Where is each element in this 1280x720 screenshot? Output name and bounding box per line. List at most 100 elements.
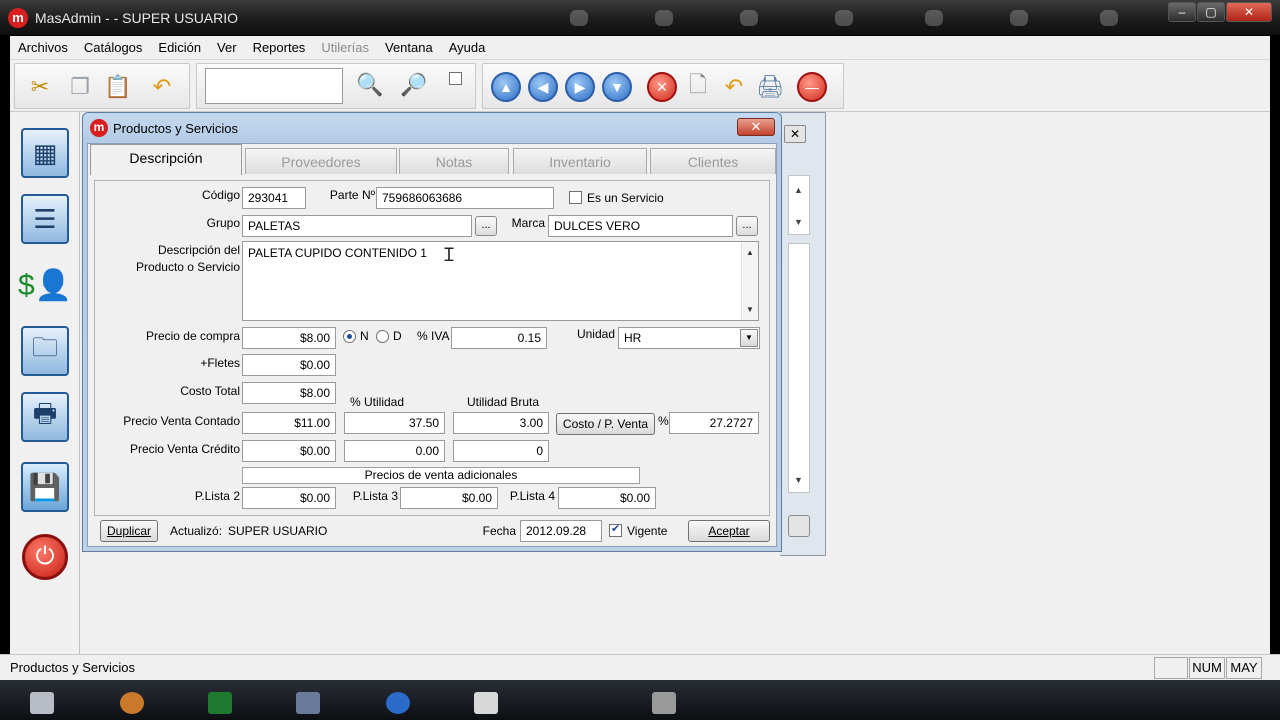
copy-icon[interactable]: ❐ xyxy=(63,70,97,104)
marca-browse-button[interactable]: ... xyxy=(736,216,758,236)
menu-ver[interactable]: Ver xyxy=(209,40,245,55)
task-app-icon[interactable] xyxy=(120,692,144,714)
marca-field[interactable]: DULCES VERO xyxy=(548,215,733,237)
grupo-field[interactable]: PALETAS xyxy=(242,215,472,237)
task-app-icon[interactable] xyxy=(474,692,498,714)
task-app-icon[interactable] xyxy=(208,692,232,714)
fletes-field[interactable]: $0.00 xyxy=(242,354,336,376)
background-window-close-icon[interactable]: ✕ xyxy=(784,125,806,143)
app-logo-icon: m xyxy=(8,8,28,28)
delete-icon[interactable]: ✕ xyxy=(647,72,677,102)
scroll-up-icon[interactable]: ▲ xyxy=(794,185,803,195)
undo-record-icon[interactable]: ↶ xyxy=(717,70,751,104)
parte-field[interactable]: 759686063686 xyxy=(376,187,554,209)
codigo-field[interactable]: 293041 xyxy=(242,187,306,209)
cut-icon[interactable]: ✂ xyxy=(23,70,57,104)
utilidad-pct-contado-field[interactable]: 37.50 xyxy=(344,412,445,434)
menu-utilerias: Utilerías xyxy=(321,40,369,55)
print-preview-icon[interactable]: 🖨 xyxy=(753,70,787,104)
grupo-browse-button[interactable]: ... xyxy=(475,216,497,236)
background-scrollbar[interactable] xyxy=(788,243,810,493)
last-icon[interactable]: ▼ xyxy=(602,72,632,102)
next-icon[interactable]: ▶ xyxy=(565,72,595,102)
tab-clientes[interactable]: Clientes xyxy=(650,148,776,174)
task-app-icon[interactable] xyxy=(30,692,54,714)
dialog-close-button[interactable]: ✕ xyxy=(737,118,775,136)
radio-n[interactable] xyxy=(343,330,356,343)
menu-archivos[interactable]: Archivos xyxy=(10,40,76,55)
toolbar-search-input[interactable] xyxy=(205,68,343,104)
plista2-field[interactable]: $0.00 xyxy=(242,487,336,509)
vigente-checkbox[interactable]: ✔ xyxy=(609,523,622,537)
tab-inventario[interactable]: Inventario xyxy=(513,148,647,174)
marca-label: Marca xyxy=(511,216,545,230)
menu-ventana[interactable]: Ventana xyxy=(377,40,441,55)
customer-card-icon[interactable]: ☰ xyxy=(18,192,72,246)
scroll-down-icon[interactable]: ▼ xyxy=(794,217,803,227)
radio-d[interactable] xyxy=(376,330,389,343)
status-text: Productos y Servicios xyxy=(10,660,135,675)
num-indicator: NUM xyxy=(1189,657,1225,679)
prev-icon[interactable]: ◀ xyxy=(528,72,558,102)
power-icon[interactable]: ⏻ xyxy=(18,530,72,584)
undo-icon[interactable]: ↶ xyxy=(145,70,179,104)
costo-total-field[interactable]: $8.00 xyxy=(242,382,336,404)
chevron-down-icon[interactable]: ▼ xyxy=(740,329,758,347)
descripcion-scrollbar[interactable]: ▲ ▼ xyxy=(741,242,758,320)
first-icon[interactable]: ▲ xyxy=(491,72,521,102)
status-bar: Productos y Servicios NUM MAY xyxy=(0,654,1280,680)
minimize-button[interactable]: – xyxy=(1168,2,1196,22)
menu-edicion[interactable]: Edición xyxy=(150,40,209,55)
aceptar-button[interactable]: Aceptar xyxy=(688,520,770,542)
new-icon[interactable]: 🗋 xyxy=(681,70,715,104)
unidad-select[interactable]: HR ▼ xyxy=(618,327,760,349)
duplicar-button[interactable]: Duplicar xyxy=(100,520,158,542)
scroll-down-icon[interactable]: ▼ xyxy=(746,305,754,314)
maximize-button[interactable]: ▢ xyxy=(1197,2,1225,22)
tab-proveedores[interactable]: Proveedores xyxy=(245,148,397,174)
tab-descripcion[interactable]: Descripción xyxy=(90,144,242,175)
costo-pventa-button[interactable]: Costo / P. Venta xyxy=(556,413,655,435)
radio-d-label: D xyxy=(393,329,402,343)
precios-adicionales-header: Precios de venta adicionales xyxy=(242,467,640,484)
precio-contado-field[interactable]: $11.00 xyxy=(242,412,336,434)
descripcion-text: PALETA CUPIDO CONTENIDO 1 xyxy=(248,246,427,260)
task-app-icon[interactable] xyxy=(386,692,410,714)
scroll-up-icon[interactable]: ▲ xyxy=(746,248,754,257)
productos-dialog: m Productos y Servicios ✕ Descripción Pr… xyxy=(82,112,782,552)
menu-catalogos[interactable]: Catálogos xyxy=(76,40,151,55)
printer-folder-icon[interactable]: 🗀 xyxy=(18,324,72,378)
search-icon[interactable]: 🔍 xyxy=(353,68,387,102)
tab-strip: Descripción Proveedores Notas Inventario… xyxy=(88,144,776,175)
paste-icon[interactable]: 📋 xyxy=(101,70,135,104)
background-button[interactable] xyxy=(788,515,810,537)
stop-icon[interactable]: — xyxy=(797,72,827,102)
task-app-icon[interactable] xyxy=(296,692,320,714)
es-servicio-checkbox[interactable] xyxy=(569,191,582,204)
close-button[interactable]: ✕ xyxy=(1226,2,1272,22)
scroll-down-icon[interactable]: ▼ xyxy=(794,475,803,485)
search-web-icon[interactable]: 🔎 xyxy=(397,68,431,102)
calculator-icon[interactable]: ▦ xyxy=(18,126,72,180)
vigente-label: Vigente xyxy=(627,524,668,538)
toolbar-checkbox[interactable] xyxy=(449,72,462,85)
descripcion-label-1: Descripción del xyxy=(157,243,240,257)
iva-field[interactable]: 0.15 xyxy=(451,327,547,349)
precio-credito-field[interactable]: $0.00 xyxy=(242,440,336,462)
save-disk-icon[interactable]: 💾 xyxy=(18,460,72,514)
descripcion-textarea[interactable]: PALETA CUPIDO CONTENIDO 1 ▲ ▼ xyxy=(242,241,759,321)
plista3-field[interactable]: $0.00 xyxy=(400,487,498,509)
fecha-field[interactable]: 2012.09.28 xyxy=(520,520,602,542)
precio-compra-field[interactable]: $8.00 xyxy=(242,327,336,349)
money-user-icon[interactable]: $👤 xyxy=(18,258,72,312)
utilidad-pct-credito-field[interactable]: 0.00 xyxy=(344,440,445,462)
utilidad-bruta-contado-field[interactable]: 3.00 xyxy=(453,412,549,434)
costo-pventa-pct-field[interactable]: 27.2727 xyxy=(669,412,759,434)
utilidad-bruta-credito-field[interactable]: 0 xyxy=(453,440,549,462)
menu-reportes[interactable]: Reportes xyxy=(245,40,314,55)
plista4-field[interactable]: $0.00 xyxy=(558,487,656,509)
task-app-icon[interactable] xyxy=(652,692,676,714)
tab-notas[interactable]: Notas xyxy=(399,148,509,174)
menu-ayuda[interactable]: Ayuda xyxy=(441,40,494,55)
printer-icon[interactable]: 🖶 xyxy=(18,390,72,444)
